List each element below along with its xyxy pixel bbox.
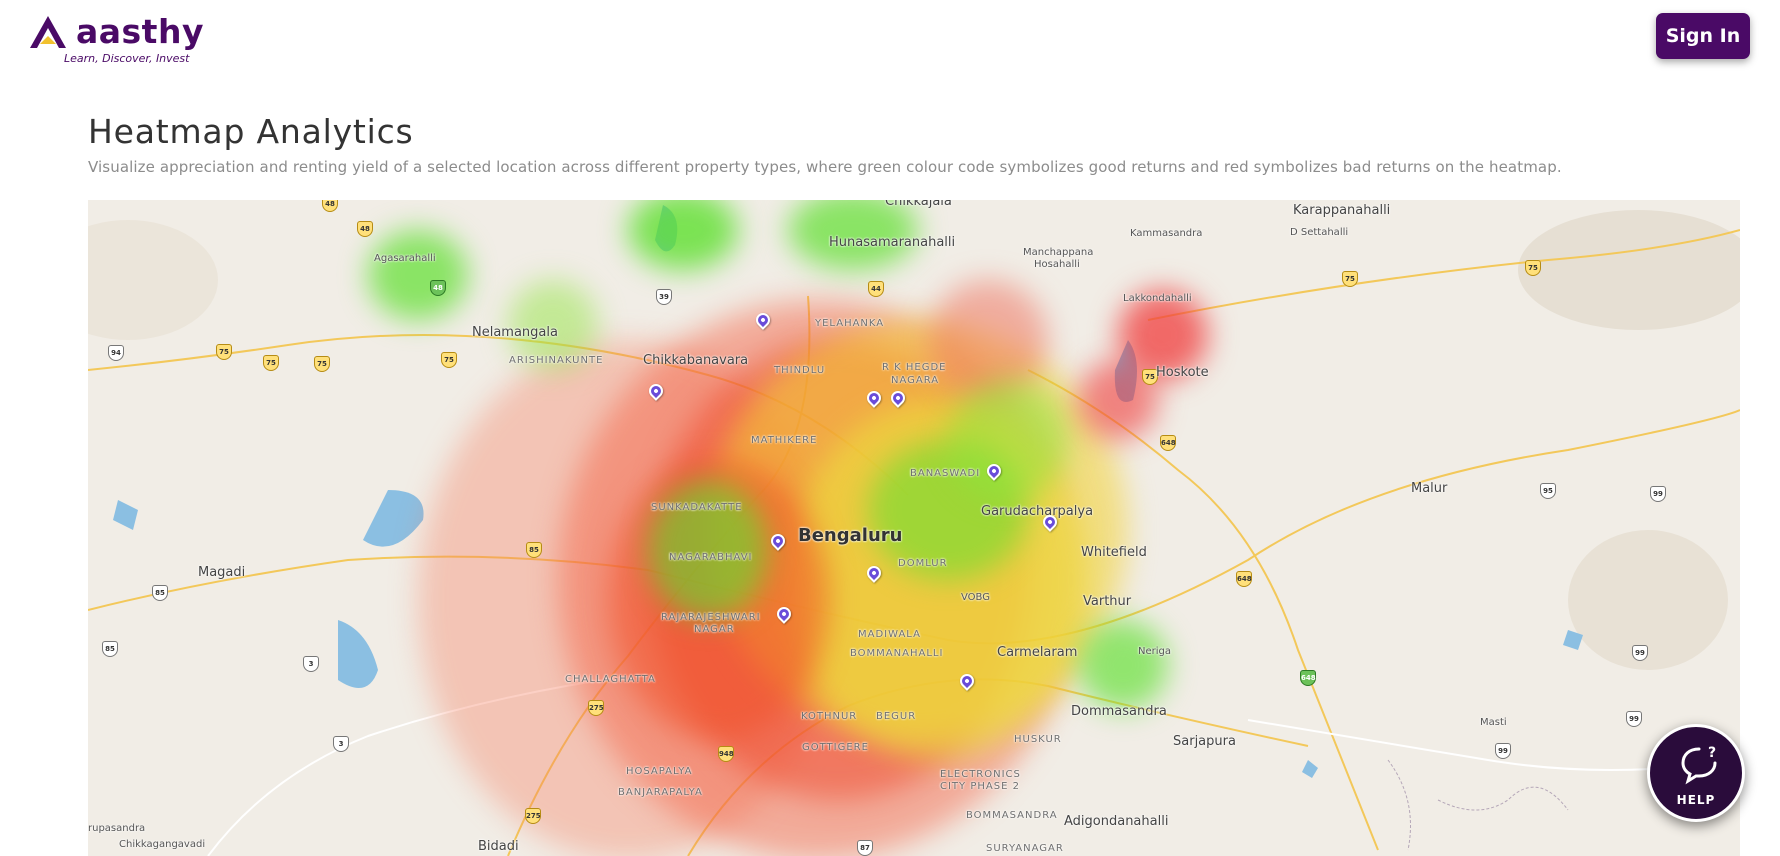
map-label: Manchappana xyxy=(1023,247,1094,258)
map-label: Kammasandra xyxy=(1130,228,1203,239)
map-label: Adigondanahalli xyxy=(1064,814,1169,829)
map-label: MADIWALA xyxy=(858,629,921,640)
page-subtitle: Visualize appreciation and renting yield… xyxy=(88,158,1562,176)
map-label: RAJARAJESHWARI xyxy=(661,612,761,623)
map-label: Chikkabanavara xyxy=(643,353,749,368)
map-label: Karappanahalli xyxy=(1293,203,1391,218)
highway-shield-75: 75 xyxy=(216,344,232,360)
highway-shield-75: 75 xyxy=(1525,260,1541,276)
map-label: Hoskote xyxy=(1156,365,1209,380)
help-label: HELP xyxy=(1676,793,1716,807)
map-label: VOBG xyxy=(961,592,990,603)
map-label: Dommasandra xyxy=(1071,704,1167,719)
highway-shield-648: 648 xyxy=(1160,435,1176,451)
map-label: Bengaluru xyxy=(798,525,903,546)
map-label: ELECTRONICS xyxy=(940,769,1021,780)
map-label: Nelamangala xyxy=(472,325,558,340)
map-label: Chikkajala xyxy=(885,200,952,209)
map-label: Malur xyxy=(1411,481,1448,496)
map-base-layer xyxy=(88,205,1740,856)
map-label: HUSKUR xyxy=(1014,734,1062,745)
map-label: R K HEGDE xyxy=(882,362,947,373)
map-label: CITY PHASE 2 xyxy=(940,781,1020,792)
map-label: MATHIKERE xyxy=(751,435,818,446)
map-label: Varthur xyxy=(1083,594,1132,609)
highway-shield-99: 99 xyxy=(1650,486,1666,502)
highway-shield-75: 75 xyxy=(1342,271,1358,287)
highway-shield-99: 99 xyxy=(1626,711,1642,727)
aasthy-logo[interactable]: aasthy Learn, Discover, Invest xyxy=(28,12,218,68)
highway-shield-48: 48 xyxy=(357,221,373,237)
map-label: Hosahalli xyxy=(1034,259,1080,270)
highway-shield-3: 3 xyxy=(303,656,319,672)
svg-text:?: ? xyxy=(1708,745,1716,761)
highway-shield-48: 48 xyxy=(430,280,446,296)
highway-shield-75: 75 xyxy=(441,352,457,368)
map-label: Lakkondahalli xyxy=(1123,293,1192,304)
map-label: YELAHANKA xyxy=(815,318,885,329)
logo-text: aasthy xyxy=(76,12,204,51)
highway-shield-75: 75 xyxy=(314,356,330,372)
highway-shield-39: 39 xyxy=(656,289,672,305)
highway-shield-95: 95 xyxy=(1540,483,1556,499)
map-label: rupasandra xyxy=(88,823,146,834)
map-label: Carmelaram xyxy=(997,645,1078,660)
map-label: BANASWADI xyxy=(910,468,981,479)
highway-shield-648: 648 xyxy=(1236,571,1252,587)
help-button[interactable]: ? HELP xyxy=(1647,724,1745,822)
logo-mark-icon xyxy=(30,16,66,48)
map-label: NAGARABHAVI xyxy=(669,552,753,563)
map-label: Neriga xyxy=(1138,646,1171,657)
map-label: BEGUR xyxy=(876,711,917,722)
highway-shield-94: 94 xyxy=(108,345,124,361)
highway-shield-85: 85 xyxy=(526,542,542,558)
chat-bubble-icon: ? xyxy=(1681,745,1717,785)
map-label: BOMMANAHALLI xyxy=(850,648,944,659)
highway-shield-99: 99 xyxy=(1632,645,1648,661)
map-label: Bidadi xyxy=(478,839,519,854)
highway-shield-275: 275 xyxy=(525,808,541,824)
highway-shield-99: 99 xyxy=(1495,743,1511,759)
map-label: DOMLUR xyxy=(898,558,948,569)
top-header: aasthy Learn, Discover, Invest Sign In xyxy=(0,0,1780,80)
map-label: Hunasamaranahalli xyxy=(829,235,956,250)
map-label: KOTHNUR xyxy=(801,711,858,722)
map-label: Masti xyxy=(1480,717,1507,728)
map-label: Sarjapura xyxy=(1173,734,1236,749)
highway-shield-948: 948 xyxy=(718,746,734,762)
map-label: Whitefield xyxy=(1081,545,1147,560)
highway-shield-648: 648 xyxy=(1300,670,1316,686)
highway-shield-75: 75 xyxy=(263,355,279,371)
map-label: SUNKADAKATTE xyxy=(651,502,743,513)
map-label: Garudacharpalya xyxy=(981,504,1094,519)
sign-in-button[interactable]: Sign In xyxy=(1656,13,1750,59)
map-label: CHALLAGHATTA xyxy=(565,674,656,685)
map-label: GOTTIGERE xyxy=(802,742,869,753)
map-label: BANJARAPALYA xyxy=(618,787,703,798)
map-label: SURYANAGAR xyxy=(986,843,1064,854)
map-label: BOMMASANDRA xyxy=(966,810,1058,821)
map-label: Magadi xyxy=(198,565,246,580)
map-label: ARISHINAKUNTE xyxy=(509,355,604,366)
highway-shield-85: 85 xyxy=(102,641,118,657)
logo-tagline: Learn, Discover, Invest xyxy=(64,52,190,65)
page-title: Heatmap Analytics xyxy=(88,112,414,151)
highway-shield-85: 85 xyxy=(152,585,168,601)
map-label: NAGAR xyxy=(694,624,735,635)
map-label: Chikkagangavadi xyxy=(119,839,206,850)
highway-shield-3: 3 xyxy=(333,736,349,752)
map-label: Agasarahalli xyxy=(374,253,436,264)
map-label: THINDLU xyxy=(774,365,826,376)
highway-shield-87: 87 xyxy=(857,840,873,856)
highway-shield-275: 275 xyxy=(588,700,604,716)
highway-shield-44: 44 xyxy=(868,281,884,297)
map-label: HOSAPALYA xyxy=(626,766,693,777)
map-label: D Settahalli xyxy=(1290,227,1349,238)
heatmap-map[interactable]: 48 48 48 39 44 75 75 94 75 75 75 75 75 6… xyxy=(88,200,1740,856)
map-label: NAGARA xyxy=(891,375,940,386)
